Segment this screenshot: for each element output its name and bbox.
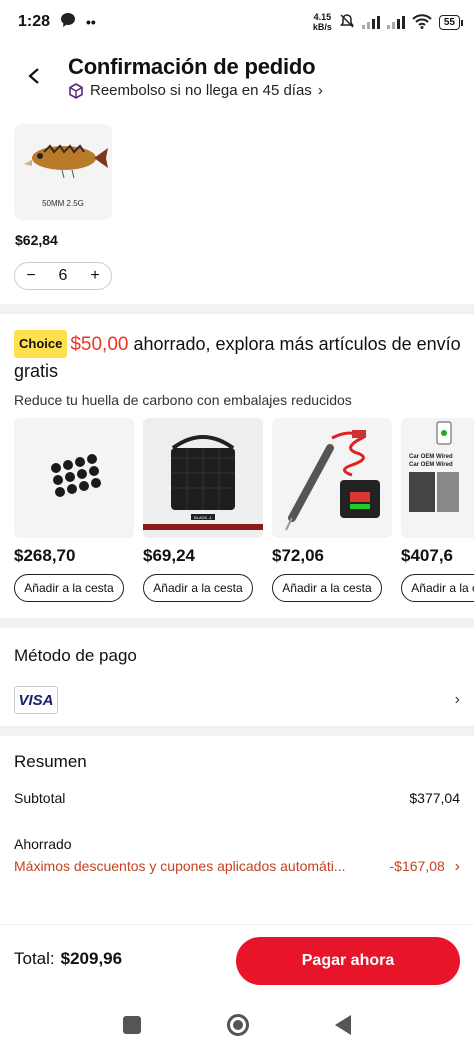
- status-time: 1:28: [18, 13, 51, 30]
- divider: [0, 304, 474, 314]
- quantity-stepper: − 6 +: [14, 262, 112, 290]
- fishing-lure-image: [24, 144, 108, 179]
- decrease-button[interactable]: −: [18, 267, 44, 285]
- chevron-right-icon: ›: [454, 691, 460, 708]
- payment-method-section: Método de pago VISA ›: [14, 646, 460, 714]
- subtotal-row: Subtotal $377,04: [14, 790, 460, 806]
- rubber-caps-image: [51, 454, 101, 497]
- signal-icon: [361, 15, 380, 29]
- add-to-cart-button[interactable]: Añadir a la cesta: [401, 574, 474, 602]
- recommendation-price: $407,6: [401, 546, 453, 565]
- product-image[interactable]: [14, 418, 134, 538]
- add-to-cart-button[interactable]: Añadir a la cesta: [272, 574, 382, 602]
- svg-text:Car OEM Wired: Car OEM Wired: [409, 462, 453, 468]
- increase-button[interactable]: +: [82, 267, 108, 285]
- summary-title: Resumen: [14, 752, 87, 771]
- product-image[interactable]: 50MM 2.5G: [14, 124, 112, 220]
- pay-now-button[interactable]: Pagar ahora: [236, 937, 460, 985]
- package-icon: [69, 82, 83, 99]
- net-speed: 4.15 kB/s: [312, 12, 332, 32]
- choice-promo: Choice $50,00 ahorrado, explora más artíc…: [14, 330, 464, 408]
- system-nav-bar: [0, 996, 474, 1053]
- recommendation-price: $69,24: [143, 546, 195, 565]
- payment-method-title: Método de pago: [14, 646, 137, 665]
- status-bar: 1:28 •• 4.15 kB/s 55: [0, 0, 474, 44]
- recommendation-card[interactable]: $268,70 Añadir a la cesta: [14, 418, 134, 602]
- product-image[interactable]: [272, 418, 392, 538]
- recommendation-card[interactable]: Car OEM Wired Car OEM Wired $407,6 Añadi…: [401, 418, 474, 602]
- divider: [0, 618, 474, 628]
- subtotal-value: $377,04: [409, 790, 460, 806]
- recommendation-price: $268,70: [14, 546, 76, 565]
- chevron-right-icon: ›: [454, 858, 460, 875]
- refund-guarantee-link[interactable]: Reembolso si no llega en 45 días ›: [68, 82, 323, 99]
- subtotal-label: Subtotal: [14, 790, 66, 806]
- page-header: Confirmación de pedido Reembolso si no l…: [0, 52, 474, 108]
- chevron-right-icon: ›: [317, 82, 323, 99]
- savings-label: Ahorrado: [14, 836, 72, 852]
- svg-text:Car OEM Wired: Car OEM Wired: [409, 454, 453, 460]
- savings-note: Máximos descuentos y cupones aplicados a…: [14, 858, 346, 874]
- svg-text:BLACK -1: BLACK -1: [194, 515, 213, 520]
- voltage-tester-image: [285, 430, 380, 531]
- add-to-cart-button[interactable]: Añadir a la cesta: [143, 574, 253, 602]
- add-to-cart-button[interactable]: Añadir a la cesta: [14, 574, 124, 602]
- order-total: Total: $209,96: [14, 949, 122, 969]
- mute-icon: [339, 13, 355, 32]
- choice-badge: Choice: [14, 330, 68, 358]
- order-product: 50MM 2.5G $62,84 − 6 +: [14, 124, 112, 290]
- product-image[interactable]: BLACK -1: [143, 418, 263, 538]
- savings-value: -$167,08: [389, 858, 445, 874]
- order-summary: Resumen Subtotal $377,04 Ahorrado Máximo…: [14, 752, 460, 876]
- chat-notification-icon: [60, 12, 76, 33]
- back-button[interactable]: [18, 60, 50, 92]
- savings-row[interactable]: Ahorrado Máximos descuentos y cupones ap…: [14, 836, 460, 876]
- visa-card-icon: VISA: [14, 686, 58, 714]
- payment-method-selector[interactable]: VISA ›: [14, 686, 460, 714]
- carbon-note: Reduce tu huella de carbono con embalaje…: [14, 392, 352, 408]
- recommendation-card[interactable]: $72,06 Añadir a la cesta: [272, 418, 392, 602]
- refund-text: Reembolso si no llega en 45 días: [90, 82, 312, 99]
- recommendation-price: $72,06: [272, 546, 324, 565]
- phone-cable-image: Car OEM Wired Car OEM Wired: [409, 421, 459, 512]
- recent-apps-icon[interactable]: [123, 1015, 141, 1034]
- recommendation-carousel[interactable]: $268,70 Añadir a la cesta BLACK -1 $69,2…: [14, 418, 474, 608]
- back-arrow-icon: [28, 68, 39, 84]
- page-title: Confirmación de pedido: [68, 54, 316, 79]
- more-notifications-icon: ••: [86, 14, 96, 30]
- checkout-bar: Total: $209,96 Pagar ahora: [0, 924, 474, 996]
- quantity-value[interactable]: 6: [50, 267, 76, 285]
- product-image[interactable]: Car OEM Wired Car OEM Wired: [401, 418, 474, 538]
- seat-organizer-image: BLACK -1: [143, 418, 263, 538]
- total-label: Total:: [14, 949, 55, 968]
- wifi-icon: [412, 13, 432, 32]
- back-triangle-icon[interactable]: [335, 1014, 351, 1035]
- divider: [0, 726, 474, 736]
- product-price: $62,84: [15, 232, 58, 248]
- saved-amount: $50,00: [70, 334, 129, 355]
- home-icon[interactable]: [227, 1013, 249, 1036]
- product-caption: 50MM 2.5G: [42, 199, 84, 208]
- battery-icon: 55: [438, 14, 464, 30]
- recommendation-card[interactable]: BLACK -1 $69,24 Añadir a la cesta: [143, 418, 263, 602]
- total-value: $209,96: [60, 949, 123, 968]
- signal-icon-2: [386, 15, 405, 29]
